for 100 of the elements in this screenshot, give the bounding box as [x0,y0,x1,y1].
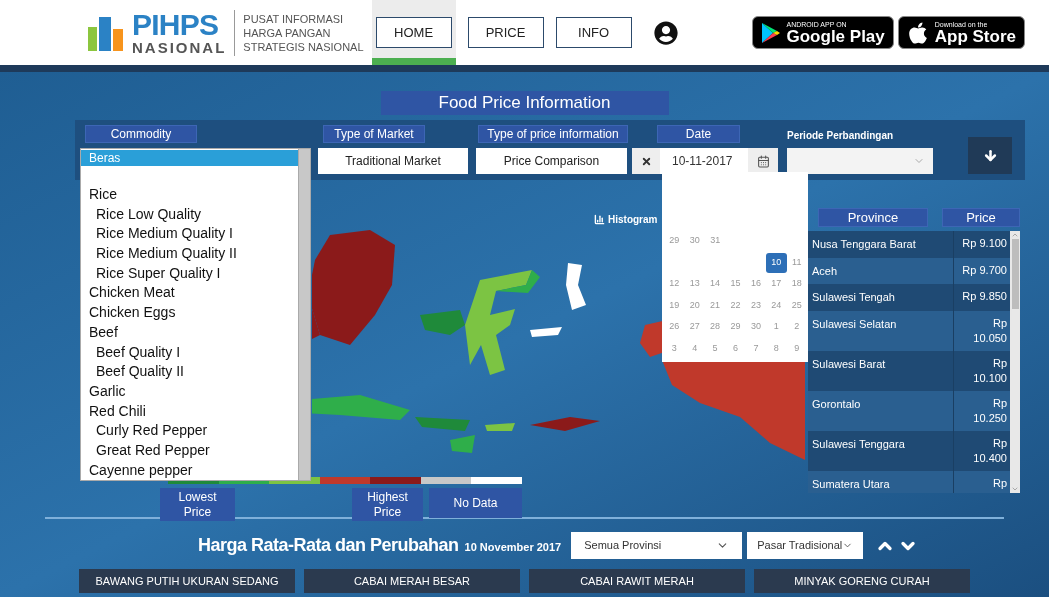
price-cell-text: Rp 10.250 [972,395,1008,426]
calendar-day[interactable]: 11 [786,252,807,273]
nav-tab[interactable]: PRICE [467,17,544,48]
arrow-down-icon [982,148,998,163]
commodity-tab[interactable]: CABAI RAWIT MERAH [529,569,745,593]
calendar-day[interactable]: 4 [684,338,705,359]
province-cell: Sumatera Utara [808,470,954,493]
commodity-option[interactable]: Red Chili [81,401,298,422]
commodity-tab[interactable]: CABAI MERAH BESAR [304,569,520,593]
field-label: Date [657,125,740,143]
store-name: Google Play [786,27,885,45]
scrollbar-thumb[interactable] [1011,239,1019,309]
field-label: Type of Market [323,125,425,143]
field-label: Type of price information [478,125,628,143]
calendar-button[interactable] [748,148,778,174]
nav-tab[interactable]: HOME [375,17,452,48]
close-icon [640,155,652,167]
calendar-day[interactable]: 30 [684,231,705,251]
calendar-day[interactable]: 10 [766,252,787,273]
column-header: Price [942,208,1020,227]
calendar-day[interactable]: 6 [725,338,746,359]
commodity-option[interactable]: Rice Super Quality I [81,263,298,284]
apple-icon [906,20,929,45]
store-name: App Store [934,27,1016,45]
market-field[interactable]: Traditional Market [318,148,468,174]
commodity-option[interactable]: Garlic [81,381,298,402]
calendar-day[interactable]: 28 [704,317,726,337]
commodity-option[interactable]: Beras [81,150,298,166]
commodity-option[interactable]: Chicken Meat [81,283,298,304]
calendar-day[interactable]: 26 [664,317,685,337]
calendar-day[interactable]: 30 [745,317,767,337]
scrollbar[interactable] [298,149,310,480]
calendar-day[interactable]: 20 [684,295,705,316]
column-header: Province [818,208,928,227]
commodity-tab[interactable]: BAWANG PUTIH UKURAN SEDANG [79,569,295,593]
calendar-day[interactable]: 5 [704,338,726,359]
calendar-day[interactable]: 14 [704,274,726,294]
calendar-day[interactable]: 24 [766,295,787,316]
commodity-option[interactable]: Beef [81,322,298,343]
commodity-option[interactable]: Rice [81,185,298,205]
calendar-day[interactable]: 21 [704,295,726,316]
commodity-option[interactable]: Beef Quality I [81,342,298,363]
commodity-option[interactable]: Chicken Eggs [81,303,298,323]
legend-label: Highest Price [352,488,423,521]
calendar-day[interactable]: 9 [786,338,807,359]
province-cell: Sulawesi Tenggara [808,430,954,471]
calendar-day[interactable]: 13 [684,274,705,294]
clear-button[interactable] [632,148,660,174]
calendar-day[interactable]: 16 [745,274,767,294]
price-cell-text: Rp 9.700 [961,262,1008,278]
commodity-option[interactable]: Cayenne pepper [81,460,298,481]
histogram-link[interactable]: Histogram [608,212,658,227]
calendar-day[interactable]: 7 [745,338,767,359]
section-heading: Harga Rata-Rata dan Perubahan [198,534,459,557]
market-select[interactable]: Pasar Tradisional [747,532,864,559]
calendar-day[interactable]: 3 [664,338,685,359]
tagline: PUSAT INFORMASI HARGA PANGAN STRATEGIS NASIONAL [243,11,364,54]
price-cell-text: Rp 10.100 [972,355,1008,386]
calendar-icon [756,154,770,168]
legend-label: No Data [429,488,522,518]
commodity-option[interactable]: Great Red Pepper [81,440,298,461]
calendar-day[interactable]: 31 [705,231,726,251]
calendar-day[interactable]: 19 [664,295,685,316]
calendar-day[interactable]: 22 [725,295,746,316]
user-icon[interactable] [653,20,678,45]
nav-tab[interactable]: INFO [555,17,632,48]
province-cell: Sulawesi Selatan [808,310,954,351]
calendar-day[interactable]: 2 [786,317,807,337]
calendar-day[interactable]: 29 [725,317,746,337]
calendar-day[interactable]: 29 [664,231,685,251]
calendar-day[interactable]: 25 [786,295,807,316]
price-cell-text: Rp 9.850 [961,289,1008,304]
calendar-day[interactable]: 18 [786,274,807,294]
commodity-option[interactable]: Rice Medium Quality I [81,224,298,245]
logo-subtitle: NASIONAL [132,40,227,55]
price-cell-text: Rp 10.050 [972,315,1008,346]
histogram-icon [594,214,605,225]
calendar-day[interactable]: 12 [664,274,685,294]
date-field[interactable]: 10-11-2017 [660,148,748,174]
calendar-day[interactable]: 15 [725,274,746,294]
commodity-tab[interactable]: MINYAK GORENG CURAH [754,569,970,593]
commodity-option[interactable]: Rice Low Quality [81,204,298,225]
calendar-day[interactable]: 27 [684,317,705,337]
field-label: Periode Perbandingan [787,129,895,143]
calendar-day[interactable]: 23 [745,295,767,316]
logo-wordmark: PIHPS [132,10,220,40]
section-date: 10 November 2017 [464,539,562,555]
commodity-option[interactable]: Beef Quality II [81,362,298,382]
scrollbar[interactable] [1010,231,1020,493]
province-cell: Gorontalo [808,390,954,431]
download-button[interactable] [968,137,1012,174]
commodity-option[interactable]: Curly Red Pepper [81,421,298,441]
price-cell-text: Rp [991,475,1008,491]
province-select[interactable]: Semua Provinsi [571,532,743,559]
calendar-day[interactable]: 8 [766,338,787,359]
commodity-option[interactable]: Rice Medium Quality II [81,244,298,264]
calendar-day[interactable]: 17 [766,274,787,294]
price-type-field[interactable]: Price Comparison [476,148,627,174]
calendar-day[interactable]: 1 [766,317,787,337]
field-label: Commodity [85,125,197,143]
